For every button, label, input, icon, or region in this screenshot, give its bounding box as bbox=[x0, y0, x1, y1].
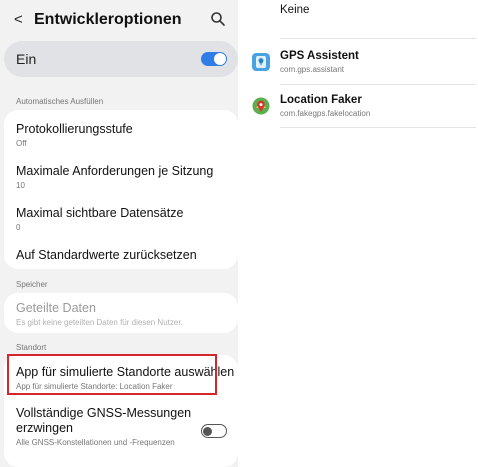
storage-card: Geteilte Daten Es gibt keine geteilten D… bbox=[4, 293, 238, 333]
section-header-storage: Speicher bbox=[16, 280, 48, 289]
setting-value: 0 bbox=[16, 223, 21, 232]
setting-value: 10 bbox=[16, 181, 25, 190]
location-faker-app-icon bbox=[252, 97, 270, 115]
setting-reset-defaults[interactable]: Auf Standardwerte zurücksetzen bbox=[16, 248, 197, 263]
page-title: Entwickleroptionen bbox=[34, 11, 182, 28]
setting-title: Maximale Anforderungen je Sitzung bbox=[16, 164, 214, 178]
mock-location-app-picker: Keine GPS Assistent com.gps.assistant Lo… bbox=[240, 0, 478, 467]
search-icon[interactable] bbox=[210, 11, 226, 27]
setting-logging-level[interactable]: Protokollierungsstufe Off bbox=[16, 122, 133, 149]
developer-options-panel: < Entwickleroptionen Ein Automatisches A… bbox=[0, 0, 238, 467]
app-name: GPS Assistent bbox=[280, 50, 359, 62]
app-name: Location Faker bbox=[280, 94, 362, 106]
divider bbox=[280, 84, 476, 85]
toggle-knob bbox=[203, 426, 212, 436]
setting-title-line2: erzwingen bbox=[16, 421, 73, 435]
master-toggle[interactable] bbox=[201, 52, 227, 66]
setting-max-requests[interactable]: Maximale Anforderungen je Sitzung 10 bbox=[16, 164, 213, 191]
back-icon[interactable]: < bbox=[14, 11, 23, 29]
gps-assistant-app-icon bbox=[252, 53, 270, 71]
toggle-knob bbox=[214, 53, 226, 65]
app-option-gps-assistent[interactable]: GPS Assistent com.gps.assistant bbox=[240, 44, 478, 80]
setting-value: Es gibt keine geteilten Daten für diesen… bbox=[16, 318, 183, 327]
setting-title: Maximal sichtbare Datensätze bbox=[16, 206, 184, 220]
setting-shared-data: Geteilte Daten Es gibt keine geteilten D… bbox=[16, 301, 183, 328]
autofill-card: Protokollierungsstufe Off Maximale Anfor… bbox=[4, 110, 238, 269]
setting-value: Alle GNSS-Konstellationen und -Frequenze… bbox=[16, 438, 175, 447]
app-bar: < Entwickleroptionen bbox=[0, 0, 238, 40]
app-package: com.fakegps.fakelocation bbox=[280, 109, 371, 118]
setting-title: Auf Standardwerte zurücksetzen bbox=[16, 248, 197, 262]
app-package: com.gps.assistant bbox=[280, 65, 345, 74]
setting-value: Off bbox=[16, 139, 27, 148]
setting-title: Geteilte Daten bbox=[16, 301, 96, 315]
section-header-autofill: Automatisches Ausfüllen bbox=[16, 97, 104, 106]
setting-title: Protokollierungsstufe bbox=[16, 122, 133, 136]
app-option-location-faker[interactable]: Location Faker com.fakegps.fakelocation bbox=[240, 90, 478, 126]
setting-title-line1: Vollständige GNSS-Messungen bbox=[16, 406, 192, 420]
highlight-box bbox=[7, 354, 217, 395]
master-switch-label: Ein bbox=[16, 51, 37, 67]
setting-max-visible-datasets[interactable]: Maximal sichtbare Datensätze 0 bbox=[16, 206, 183, 233]
setting-force-gnss[interactable]: Vollständige GNSS-Messungen erzwingen Al… bbox=[16, 406, 191, 448]
divider bbox=[280, 127, 476, 128]
section-header-location: Standort bbox=[16, 343, 47, 352]
option-none[interactable]: Keine bbox=[280, 4, 309, 16]
gnss-toggle[interactable] bbox=[201, 424, 227, 438]
divider bbox=[280, 38, 476, 39]
master-switch-row[interactable]: Ein bbox=[4, 41, 238, 77]
